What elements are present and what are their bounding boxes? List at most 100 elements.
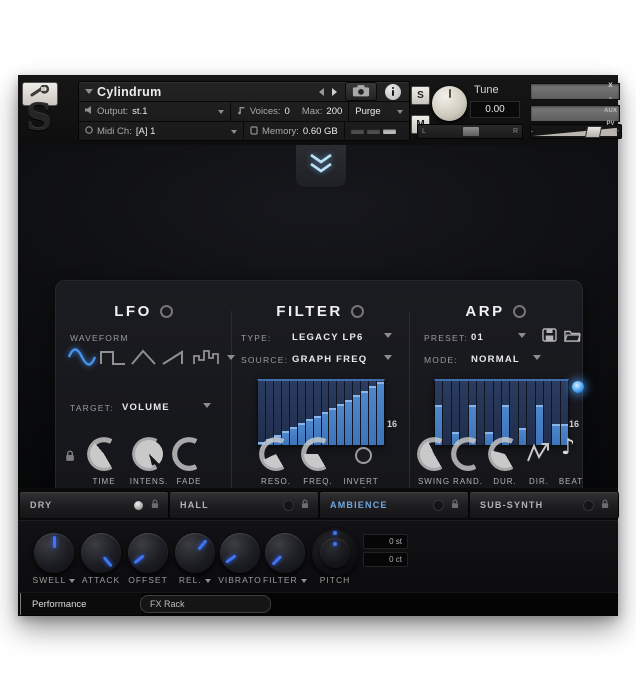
pan-handle[interactable] bbox=[462, 126, 480, 137]
filter-graph-freq-step[interactable] bbox=[306, 381, 313, 445]
minimize-button[interactable]: - bbox=[609, 93, 612, 103]
tune-value[interactable]: 0.00 bbox=[470, 101, 520, 118]
max-voices-value[interactable]: 200 bbox=[326, 106, 342, 117]
instrument-title-cell[interactable]: Cylindrum bbox=[79, 82, 319, 101]
arp-velocity-pattern-step[interactable] bbox=[435, 381, 442, 445]
arp-mode-value[interactable]: NORMAL bbox=[471, 354, 520, 365]
pitch-knob-inner[interactable] bbox=[320, 538, 350, 568]
save-preset-icon[interactable] bbox=[542, 328, 557, 347]
next-instrument-icon[interactable] bbox=[332, 88, 337, 96]
filter-power-toggle[interactable] bbox=[351, 305, 364, 318]
target-caret-icon[interactable] bbox=[203, 403, 211, 408]
filter-graph-freq-step[interactable] bbox=[337, 381, 344, 445]
filter-graph-freq-step[interactable] bbox=[298, 381, 305, 445]
target-value[interactable]: VOLUME bbox=[122, 402, 170, 413]
filter-graph-freq-step[interactable] bbox=[369, 381, 376, 445]
arp-velocity-pattern-step[interactable] bbox=[485, 381, 492, 445]
midi-channel-select[interactable]: Midi Ch: [A] 1 bbox=[79, 122, 244, 141]
waveform-caret-icon[interactable] bbox=[227, 355, 235, 360]
fx-lock-icon[interactable] bbox=[151, 496, 159, 514]
arp-velocity-pattern-step[interactable] bbox=[544, 381, 551, 445]
filter-invert-toggle[interactable] bbox=[355, 447, 372, 464]
snapshot-camera-button[interactable] bbox=[345, 82, 377, 101]
close-button[interactable]: x bbox=[608, 80, 612, 90]
random-wave-icon[interactable] bbox=[192, 345, 220, 369]
filter-graph-freq-step[interactable] bbox=[322, 381, 329, 445]
filter-type-caret-icon[interactable] bbox=[384, 333, 392, 338]
tune-knob[interactable] bbox=[432, 86, 467, 121]
fx-lock-icon[interactable] bbox=[451, 496, 459, 514]
arp-velocity-pattern-step[interactable] bbox=[519, 381, 526, 445]
pitch-semitones-value[interactable]: 0 st bbox=[363, 534, 408, 549]
arp-beat-note-icon[interactable]: ♪ bbox=[561, 435, 575, 460]
lfo-lock-icon[interactable] bbox=[65, 449, 75, 467]
offset-knob[interactable] bbox=[128, 533, 168, 573]
arp-velocity-pattern-step[interactable] bbox=[502, 381, 509, 445]
lfo-fade-knob[interactable] bbox=[172, 437, 206, 471]
filter-graph-freq-step[interactable] bbox=[274, 381, 281, 445]
fx-enable-led[interactable] bbox=[133, 500, 144, 511]
arp-velocity-pattern-step[interactable] bbox=[527, 381, 534, 445]
arp-velocity-pattern-step[interactable] bbox=[443, 381, 450, 445]
aux-button[interactable]: AUX bbox=[604, 106, 617, 116]
tab-performance[interactable]: Performance bbox=[20, 593, 142, 615]
fx-enable-led[interactable] bbox=[283, 500, 294, 511]
swell-knob[interactable] bbox=[34, 533, 74, 573]
arp-velocity-pattern-step[interactable] bbox=[536, 381, 543, 445]
arp-velocity-pattern-step[interactable] bbox=[494, 381, 501, 445]
arp-power-toggle[interactable] bbox=[513, 305, 526, 318]
arp-preset-value[interactable]: 01 bbox=[471, 332, 484, 343]
sine-wave-icon[interactable] bbox=[68, 345, 96, 369]
previous-instrument-icon[interactable] bbox=[319, 88, 324, 96]
filter-resonance-knob[interactable] bbox=[259, 437, 293, 471]
filter-graph-freq-step[interactable] bbox=[353, 381, 360, 445]
fx-lock-icon[interactable] bbox=[301, 496, 309, 514]
filter-graph-freq-step[interactable] bbox=[377, 381, 384, 445]
fx-lock-icon[interactable] bbox=[601, 496, 609, 514]
filter-graph-freq-step[interactable] bbox=[361, 381, 368, 445]
filter-graph[interactable] bbox=[257, 379, 385, 446]
filter-graph-freq-step[interactable] bbox=[266, 381, 273, 445]
arp-velocity-pattern-step[interactable] bbox=[510, 381, 517, 445]
arp-pattern-graph[interactable] bbox=[434, 379, 569, 446]
filter-graph-freq-step[interactable] bbox=[329, 381, 336, 445]
arp-direction-icon[interactable] bbox=[526, 439, 553, 471]
lfo-power-toggle[interactable] bbox=[160, 305, 173, 318]
output-select[interactable]: Output: st.1 bbox=[79, 102, 231, 121]
fx-enable-led[interactable] bbox=[583, 500, 594, 511]
filter-perf-knob[interactable] bbox=[265, 533, 305, 573]
volume-handle[interactable] bbox=[585, 126, 603, 138]
arp-preset-caret-icon[interactable] bbox=[518, 333, 526, 338]
release-knob[interactable] bbox=[175, 533, 215, 573]
fx-tab-sub-synth[interactable]: SUB-SYNTH bbox=[469, 491, 619, 519]
arp-random-knob[interactable] bbox=[451, 437, 485, 471]
info-button[interactable] bbox=[385, 84, 401, 100]
midi-caret-icon[interactable] bbox=[231, 130, 237, 134]
volume-minus[interactable]: - bbox=[530, 126, 533, 136]
triangle-wave-icon[interactable] bbox=[130, 345, 158, 369]
pitch-knob[interactable] bbox=[312, 530, 358, 576]
pv-button[interactable]: PV bbox=[606, 119, 614, 129]
arp-velocity-pattern-step[interactable] bbox=[452, 381, 459, 445]
arp-duration-knob[interactable] bbox=[488, 437, 522, 471]
filter-source-value[interactable]: GRAPH FREQ bbox=[292, 354, 367, 365]
collapse-panel-tab[interactable] bbox=[295, 145, 347, 188]
pan-slider[interactable]: L R bbox=[417, 124, 523, 139]
pitch-cents-value[interactable]: 0 ct bbox=[363, 552, 408, 567]
tab-fx-rack[interactable]: FX Rack bbox=[140, 595, 271, 613]
filter-type-value[interactable]: LEGACY LP6 bbox=[292, 332, 363, 343]
lfo-intensity-knob[interactable] bbox=[132, 437, 166, 471]
saw-wave-icon[interactable] bbox=[161, 345, 189, 369]
vibrato-knob[interactable] bbox=[220, 533, 260, 573]
instrument-collapse-caret-icon[interactable] bbox=[85, 89, 93, 94]
filter-graph-freq-step[interactable] bbox=[345, 381, 352, 445]
fx-tab-dry[interactable]: DRY bbox=[19, 491, 169, 519]
load-preset-folder-icon[interactable] bbox=[564, 329, 581, 347]
attack-knob[interactable] bbox=[81, 533, 121, 573]
fx-tab-hall[interactable]: HALL bbox=[169, 491, 319, 519]
square-wave-icon[interactable] bbox=[99, 345, 127, 369]
arp-velocity-pattern-step[interactable] bbox=[469, 381, 476, 445]
fx-enable-led[interactable] bbox=[433, 500, 444, 511]
arp-swing-knob[interactable] bbox=[417, 437, 451, 471]
fx-tab-ambience[interactable]: AMBIENCE bbox=[319, 491, 469, 519]
